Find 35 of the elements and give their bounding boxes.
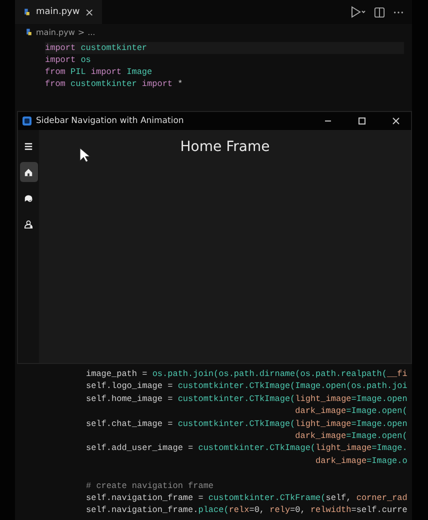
code-line: self.navigation_frame = customtkinter.CTkFrame(self, corner_rad (86, 492, 408, 504)
code-comment: # create navigation frame (86, 480, 214, 492)
maximize-icon[interactable] (357, 116, 367, 126)
frame-heading: Home Frame (180, 139, 270, 157)
menu-icon (24, 142, 33, 150)
editor-tab[interactable]: main.pyw × (15, 0, 102, 24)
code-line: self.logo_image = customtkinter.CTkImage(Image.open(os.path.joi (86, 380, 408, 393)
mouse-cursor-icon (79, 147, 91, 163)
code-line: import os (45, 54, 92, 66)
close-icon[interactable] (391, 116, 401, 126)
nav-button[interactable] (20, 162, 38, 182)
tab-label: main.pyw (36, 7, 80, 17)
code-line: dark_image=Image.open( (295, 430, 408, 442)
code-line: from PIL import Image (45, 66, 154, 78)
code-line: dark_image=Image.open( (295, 405, 408, 418)
code-line: dark_image=Image.o (316, 454, 408, 468)
split-editor-icon[interactable] (374, 6, 385, 18)
code-line: self.add_user_image = customtkinter.CTkImage(light_image=Image. (86, 442, 408, 455)
tab-close-button[interactable]: × (84, 6, 94, 18)
code-line: self.home_image = customtkinter.CTkImage(light_image=Image.open (86, 392, 408, 406)
code-line: image_path = os.path.join(os.path.dirname(os.path.realpath(__fi (86, 368, 408, 380)
code-line: from customtkinter import * (45, 78, 184, 90)
breadcrumb-item[interactable]: main.pyw (36, 28, 75, 36)
breadcrumb-item[interactable]: ... (88, 28, 96, 36)
app-icon (22, 116, 32, 126)
code-line: self.chat_image = customtkinter.CTkImage(light_image=Image.open (86, 418, 408, 430)
chat-icon (24, 194, 33, 202)
code-line: self.navigation_frame.place(relx=0, rely=0, relwidth=self.curre (86, 504, 408, 517)
run-icon[interactable] (350, 6, 366, 18)
breadcrumb-separator: > (78, 28, 85, 36)
python-file-icon (25, 28, 33, 36)
python-file-icon (23, 8, 31, 16)
window-title: Sidebar Navigation with Animation (36, 116, 185, 126)
home-icon (24, 168, 33, 176)
add-user-icon (24, 220, 33, 228)
